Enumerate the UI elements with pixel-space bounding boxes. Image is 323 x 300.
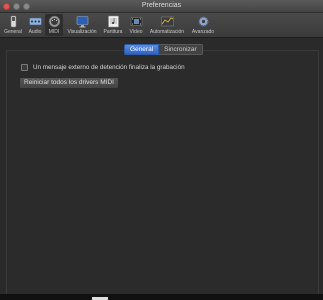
toolbar-item-visualizacion[interactable]: Visualización: [66, 14, 98, 36]
preferences-window: Preferencias General Audio MIDI Visualiz…: [0, 0, 323, 300]
toolbar-item-midi[interactable]: MIDI: [45, 14, 63, 36]
stop-message-checkbox[interactable]: [21, 64, 28, 71]
toolbar-item-general[interactable]: General: [2, 14, 24, 36]
window-bottom-edge: [0, 294, 323, 300]
toolbar-label: Avanzado: [191, 29, 215, 35]
toolbar-label: Audio: [28, 29, 42, 35]
title-bar: Preferencias: [0, 0, 323, 13]
stop-message-option[interactable]: Un mensaje externo de detención finaliza…: [21, 64, 185, 71]
toolbar-label: Vídeo: [129, 29, 143, 35]
tab-sincronizar[interactable]: Sincronizar: [159, 44, 203, 55]
toolbar-label: General: [4, 29, 22, 35]
toolbar-item-partitura[interactable]: Partitura: [101, 14, 125, 36]
general-switch-icon: [10, 15, 16, 28]
tab-general[interactable]: General: [124, 44, 160, 55]
score-icon: [107, 15, 119, 28]
stop-message-label: Un mensaje externo de detención finaliza…: [33, 64, 185, 71]
window-title: Preferencias: [141, 2, 182, 9]
film-icon: [130, 17, 142, 26]
toolbar-item-video[interactable]: Vídeo: [127, 14, 145, 36]
segmented-tabs: General Sincronizar: [124, 44, 203, 55]
toolbar-label: Automatización: [149, 29, 185, 35]
toolbar-item-audio[interactable]: Audio: [26, 14, 44, 36]
preferences-toolbar: General Audio MIDI Visualización Partitu…: [0, 13, 323, 38]
reset-midi-drivers-button[interactable]: Reiniciar todos los drivers MIDI: [19, 77, 119, 89]
toolbar-label: MIDI: [48, 29, 60, 35]
automation-icon: [160, 16, 174, 27]
audio-interface-icon: [28, 17, 42, 26]
toolbar-item-automatizacion[interactable]: Automatización: [147, 14, 187, 36]
toolbar-label: Partitura: [103, 29, 123, 35]
midi-port-icon: [48, 15, 60, 28]
toolbar-item-avanzado[interactable]: Avanzado: [190, 14, 216, 36]
toolbar-label: Visualización: [67, 29, 97, 35]
display-monitor-icon: [76, 16, 88, 28]
gear-icon: [197, 16, 209, 27]
